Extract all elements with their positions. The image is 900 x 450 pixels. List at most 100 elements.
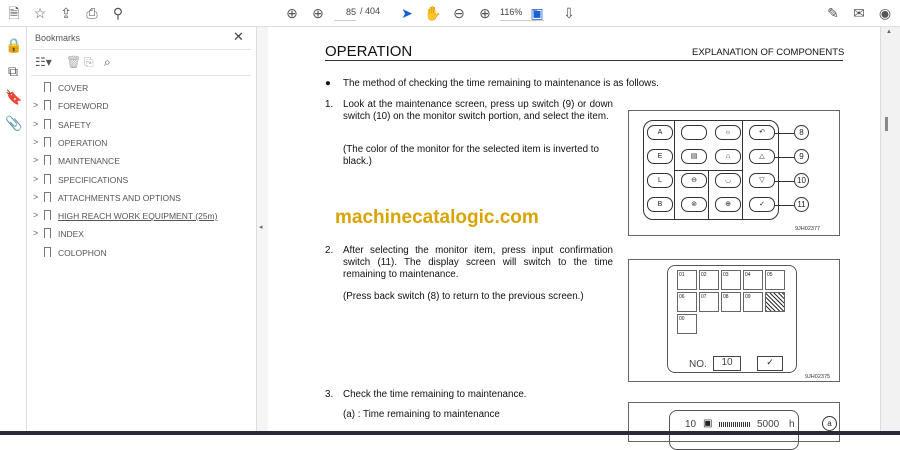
panel-splitter[interactable]: ◂ bbox=[257, 27, 268, 435]
bookmark-flag-icon bbox=[44, 191, 51, 202]
step1-text: Look at the maintenance screen, press up… bbox=[343, 99, 613, 122]
mail-icon[interactable]: ✉ bbox=[850, 4, 868, 22]
chevron-right-icon[interactable]: > bbox=[33, 192, 38, 202]
select-cursor-icon[interactable]: ➤ bbox=[398, 4, 416, 22]
callout-leader bbox=[774, 133, 794, 134]
monitor-switch: △ bbox=[749, 149, 775, 164]
page-total: / 404 bbox=[360, 6, 381, 16]
monitor-switch: E bbox=[647, 149, 673, 164]
search-icon[interactable]: ⚲ bbox=[109, 4, 127, 22]
document-page: OPERATION EXPLANATION OF COMPONENTS ● Th… bbox=[268, 27, 880, 450]
maintenance-item-cell: 03 bbox=[721, 270, 741, 290]
lock-icon[interactable]: 🔒 bbox=[5, 37, 22, 54]
monitor-switch bbox=[681, 125, 707, 140]
bookmark-label: SPECIFICATIONS bbox=[58, 174, 129, 185]
page-up-icon[interactable]: ⊕ bbox=[283, 4, 301, 22]
monitor-switch: ▽ bbox=[749, 173, 775, 188]
delete-icon[interactable]: 🗑 bbox=[66, 55, 81, 69]
sign-icon[interactable]: ✎ bbox=[824, 4, 842, 22]
figure-monitor-switches: A ☼ ↶ E ▤ ⌂ △ L ⊖ ◡ ▽ B ⊚ ⊕ ✓ 8 9 10 11 9JH02377 bbox=[628, 110, 840, 236]
left-rail: 🔒 ⧉ 🔖 📎 bbox=[0, 27, 27, 435]
bookmark-label: COLOPHON bbox=[58, 247, 107, 258]
bookmark-flag-icon bbox=[44, 100, 51, 111]
find-bookmark-icon[interactable]: ⌕ bbox=[104, 55, 111, 70]
callout: 10 bbox=[794, 173, 809, 188]
monitor-switch: ⌂ bbox=[715, 149, 741, 164]
maintenance-item-cell: 01 bbox=[677, 270, 697, 290]
chevron-right-icon[interactable]: > bbox=[33, 228, 38, 238]
page-down-icon[interactable]: ⊕ bbox=[309, 4, 327, 22]
monitor-switch: ▤ bbox=[681, 149, 707, 164]
bookmark-label: MAINTENANCE bbox=[58, 156, 120, 167]
no-label: NO. bbox=[689, 359, 707, 370]
upload-icon[interactable]: ⇪ bbox=[57, 4, 75, 22]
page-number-input[interactable]: 85 bbox=[334, 5, 356, 21]
maintenance-item-icon: ▣ bbox=[703, 418, 713, 429]
zoom-in-icon[interactable]: ⊕ bbox=[476, 4, 494, 22]
bookmark-icon[interactable]: 🔖 bbox=[5, 89, 22, 106]
chevron-right-icon[interactable]: > bbox=[33, 119, 38, 129]
time-bar bbox=[719, 422, 751, 427]
attachment-icon[interactable]: 📎 bbox=[5, 115, 22, 132]
monitor-switch: L bbox=[647, 173, 673, 188]
pages-icon[interactable]: ⧉ bbox=[5, 63, 21, 80]
figure-code: 9JH02377 bbox=[795, 226, 821, 232]
chevron-right-icon[interactable]: > bbox=[33, 174, 38, 184]
callout: 9 bbox=[794, 149, 809, 164]
callout-leader bbox=[774, 205, 794, 206]
callout-leader bbox=[774, 157, 794, 158]
monitor-switch: ⊚ bbox=[681, 197, 707, 212]
chevron-right-icon[interactable]: > bbox=[33, 137, 38, 147]
maintenance-item-cell: 06 bbox=[677, 292, 697, 312]
step2-note: (Press back switch (8) to return to the … bbox=[343, 291, 584, 302]
callout: 11 bbox=[794, 197, 809, 212]
close-icon[interactable]: ✕ bbox=[233, 29, 244, 45]
bookmark-label: ATTACHMENTS AND OPTIONS bbox=[58, 192, 181, 203]
step3-a: (a) : Time remaining to maintenance bbox=[343, 409, 500, 420]
bookmark-label: OPERATION bbox=[58, 137, 108, 148]
bookmark-label: HIGH REACH WORK EQUIPMENT (25m) bbox=[58, 211, 218, 222]
maintenance-item-cell: 08 bbox=[721, 292, 741, 312]
zoom-value: 116% bbox=[500, 7, 523, 17]
panel-title: Bookmarks bbox=[35, 33, 81, 43]
figure-time-remaining: 10 ▣ 5000 h a bbox=[628, 402, 840, 450]
scroll-mode-icon[interactable]: ⇩ bbox=[560, 4, 578, 22]
scroll-up-icon[interactable]: ▲ bbox=[886, 29, 892, 35]
page-heading: OPERATION bbox=[325, 43, 413, 60]
vertical-scrollbar[interactable]: ▲ bbox=[880, 27, 900, 435]
maintenance-item-cell: 07 bbox=[699, 292, 719, 312]
save-icon[interactable]: 🗎 bbox=[5, 4, 23, 22]
page-fit-icon[interactable]: ▣ bbox=[528, 4, 546, 22]
monitor-switch: ☼ bbox=[715, 125, 741, 140]
item-number: 10 bbox=[685, 419, 697, 430]
options-icon[interactable]: ☷▾ bbox=[35, 55, 52, 69]
bookmark-flag-icon bbox=[44, 246, 51, 257]
hand-icon[interactable]: ✋ bbox=[424, 4, 442, 22]
print-icon[interactable]: ⎙ bbox=[83, 4, 101, 22]
chevron-right-icon[interactable]: > bbox=[33, 210, 38, 220]
bookmark-flag-icon bbox=[44, 173, 51, 184]
callout: a bbox=[822, 416, 837, 431]
monitor-switch: B bbox=[647, 197, 673, 212]
new-bookmark-icon[interactable]: ⎘ bbox=[84, 55, 94, 70]
watermark: machinecatalogic.com bbox=[335, 207, 539, 228]
zoom-out-icon[interactable]: ⊖ bbox=[450, 4, 468, 22]
account-icon[interactable]: ◉ bbox=[876, 4, 894, 22]
monitor-switch: ↶ bbox=[749, 125, 775, 140]
maintenance-item-cell bbox=[765, 292, 785, 312]
step2-text: After selecting the monitor item, press … bbox=[343, 245, 613, 280]
step-number: 1. bbox=[325, 99, 334, 110]
step1-note: (The color of the monitor for the select… bbox=[343, 144, 599, 167]
toolbar: 🗎 ☆ ⇪ ⎙ ⚲ ⊕ ⊕ 85 / 404 ➤ ✋ ⊖ ⊕ 116% ▾ ▣ … bbox=[0, 0, 900, 27]
chevron-right-icon[interactable]: > bbox=[33, 100, 38, 110]
bookmarks-panel: Bookmarks ✕ ☷▾ 🗑 ⎘ ⌕ COVER > FOREWORD > SAFE… bbox=[27, 27, 257, 435]
scroll-thumb[interactable] bbox=[885, 117, 888, 131]
bookmark-label: SAFETY bbox=[58, 119, 92, 130]
bookmark-label: COVER bbox=[58, 83, 89, 93]
step3-text: Check the time remaining to maintenance. bbox=[343, 389, 527, 400]
collapse-arrow-icon[interactable]: ◂ bbox=[259, 223, 263, 231]
chevron-right-icon[interactable]: > bbox=[33, 155, 38, 165]
bookmark-flag-icon bbox=[44, 228, 51, 239]
bullet-icon: ● bbox=[325, 78, 331, 89]
star-icon[interactable]: ☆ bbox=[31, 4, 49, 22]
